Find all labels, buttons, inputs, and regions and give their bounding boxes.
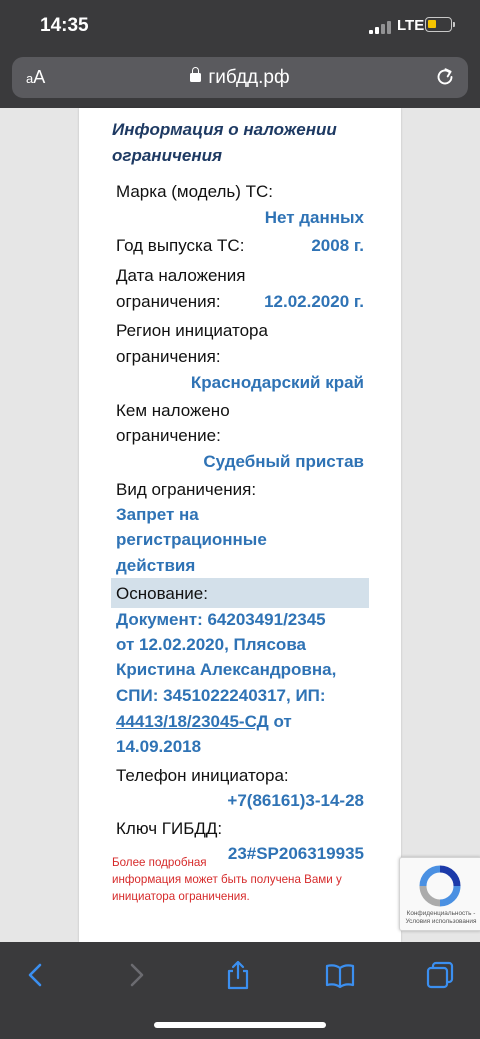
basis-line-5: 44413/18/23045-СД от: [116, 709, 292, 735]
recaptcha-badge[interactable]: Конфиденциальность - Условия использован…: [399, 857, 480, 931]
basis-line-3: Кристина Александровна,: [116, 660, 337, 679]
info-note: Более подробная информация может быть по…: [112, 854, 374, 905]
note-line-2: информация может быть получена Вами у: [112, 873, 342, 886]
basis-line-2: от 12.02.2020, Плясова: [116, 635, 306, 654]
address-bar[interactable]: aA гибдд.рф: [12, 57, 468, 98]
basis-label: Основание:: [116, 584, 208, 603]
type-value-cont: регистрационные: [116, 530, 267, 549]
basis-line-6: 14.09.2018: [116, 737, 202, 756]
tabs-icon[interactable]: [424, 959, 456, 991]
recaptcha-privacy[interactable]: Конфиденциальность -: [402, 910, 480, 918]
who-label: Кем наложено: [116, 401, 230, 420]
date-label: Дата наложения: [116, 266, 246, 285]
region-label-cont: ограничения:: [116, 347, 221, 366]
back-icon[interactable]: [20, 959, 52, 991]
recaptcha-terms[interactable]: Условия использования: [402, 918, 480, 926]
share-icon[interactable]: [222, 959, 254, 991]
key-label: Ключ ГИБДД:: [116, 819, 223, 838]
date-label-cont: ограничения:: [116, 292, 221, 311]
recaptcha-links[interactable]: Конфиденциальность - Условия использован…: [402, 910, 480, 926]
region-value: Краснодарский край: [190, 373, 364, 392]
basis-line-5-tail: от: [268, 712, 292, 731]
type-value-end: действия: [116, 556, 196, 575]
who-value: Судебный пристав: [203, 452, 364, 471]
lock-icon: [190, 67, 202, 82]
status-bar: 14:35 LTE: [0, 0, 480, 54]
year-label: Год выпуска ТС:: [116, 236, 245, 255]
battery-tip: [453, 22, 455, 27]
basis-line-1: Документ: 64203491/2345: [116, 610, 326, 629]
date-value: 12.02.2020 г.: [264, 292, 364, 311]
phone-value: +7(86161)3-14-28: [227, 791, 364, 810]
note-line-3: инициатора ограничения.: [112, 890, 250, 903]
url-display[interactable]: гибдд.рф: [12, 67, 468, 89]
brand-value: Нет данных: [264, 208, 364, 227]
url-domain: гибдд.рф: [208, 67, 290, 88]
home-indicator[interactable]: [154, 1022, 326, 1028]
reload-icon[interactable]: [434, 66, 456, 88]
enforcement-case-link[interactable]: 44413/18/23045-СД: [116, 712, 269, 731]
forward-icon[interactable]: [120, 959, 152, 991]
type-value: Запрет на: [116, 505, 199, 524]
network-type: LTE: [397, 17, 425, 34]
signal-icon: [369, 20, 393, 34]
recaptcha-icon: [419, 865, 461, 907]
year-value: 2008 г.: [311, 236, 364, 255]
section-title: Информация о наложении ограничения: [112, 120, 337, 165]
type-label: Вид ограничения:: [116, 480, 257, 499]
note-line-1: Более подробная: [112, 856, 207, 869]
region-label: Регион инициатора: [116, 321, 268, 340]
status-time: 14:35: [40, 15, 89, 36]
bookmarks-icon[interactable]: [324, 959, 356, 991]
basis-line-4: СПИ: 3451022240317, ИП:: [116, 686, 326, 705]
phone-label: Телефон инициатора:: [116, 766, 289, 785]
brand-label: Марка (модель) ТС:: [116, 182, 274, 201]
battery-icon: [425, 17, 452, 32]
who-label-cont: ограничение:: [116, 426, 221, 445]
